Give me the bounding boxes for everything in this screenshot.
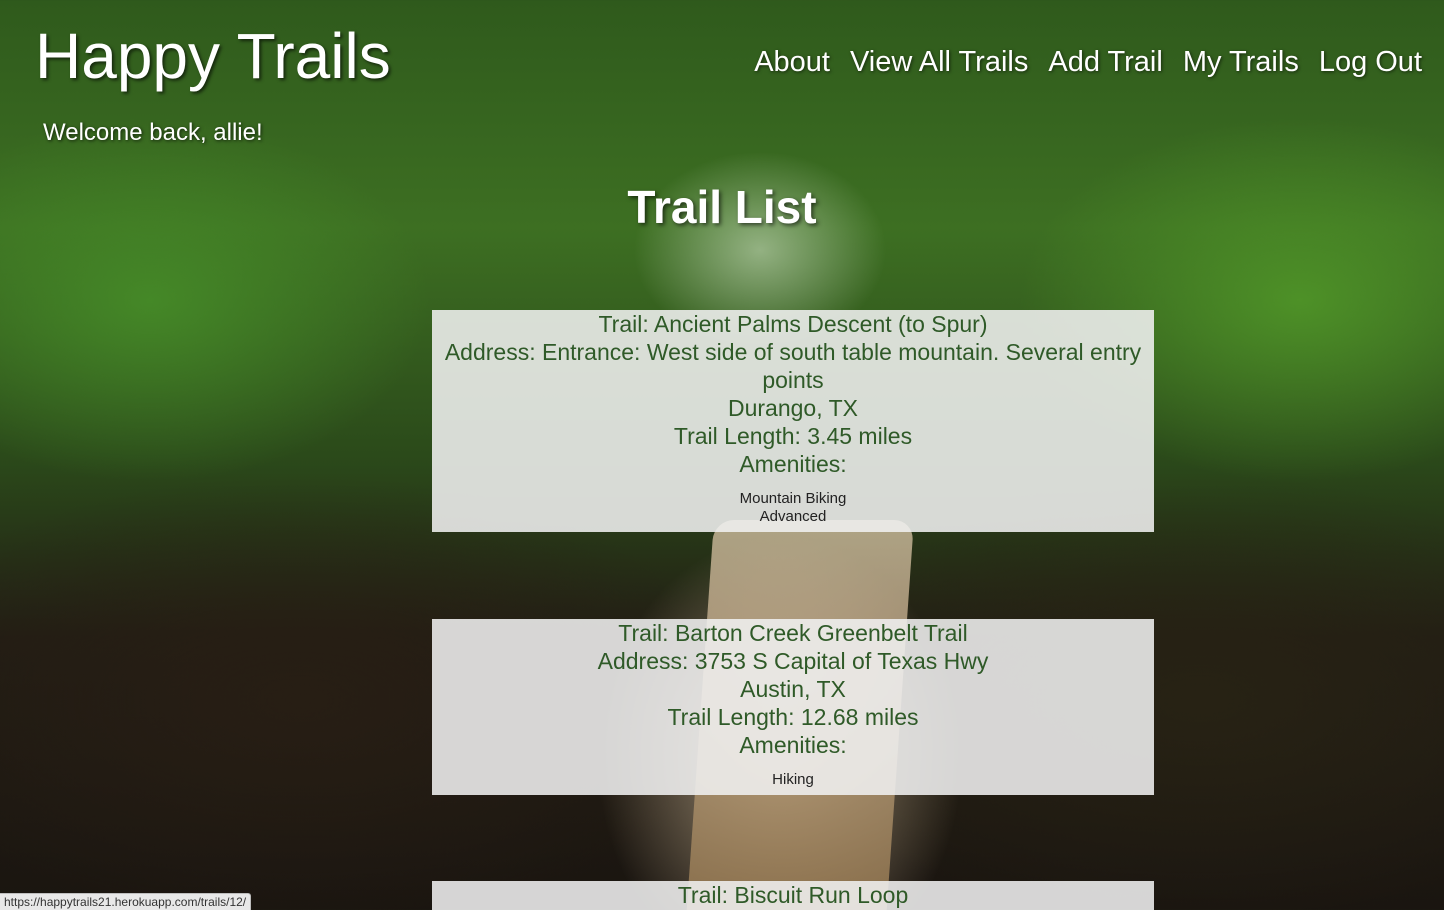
nav-view-all-trails[interactable]: View All Trails bbox=[850, 46, 1028, 79]
trail-city: Durango, TX bbox=[728, 395, 858, 421]
trail-address: Address: Entrance: West side of south ta… bbox=[444, 339, 1142, 393]
trail-name: Trail: Biscuit Run Loop bbox=[677, 882, 909, 908]
trail-card[interactable]: Trail: Barton Creek Greenbelt Trail Addr… bbox=[432, 619, 1154, 795]
trail-address: Address: 3753 S Capital of Texas Hwy bbox=[597, 648, 989, 674]
status-bar-url: https://happytrails21.herokuapp.com/trai… bbox=[0, 893, 252, 910]
amenities-list: Mountain Biking Advanced bbox=[432, 490, 1154, 526]
amenity-item: Advanced bbox=[759, 508, 827, 525]
trail-card[interactable]: Trail: Biscuit Run Loop bbox=[432, 881, 1154, 910]
amenities-label: Amenities: bbox=[739, 732, 847, 758]
trail-card[interactable]: Trail: Ancient Palms Descent (to Spur) A… bbox=[432, 310, 1154, 532]
amenities-label: Amenities: bbox=[739, 451, 847, 477]
site-title[interactable]: Happy Trails bbox=[35, 20, 391, 94]
amenities-list: Hiking bbox=[432, 771, 1154, 789]
nav-about[interactable]: About bbox=[754, 46, 830, 79]
trail-name: Trail: Ancient Palms Descent (to Spur) bbox=[598, 311, 988, 337]
main-nav: About View All Trails Add Trail My Trail… bbox=[754, 46, 1422, 79]
trail-name: Trail: Barton Creek Greenbelt Trail bbox=[618, 620, 968, 646]
nav-my-trails[interactable]: My Trails bbox=[1183, 46, 1299, 79]
trail-city: Austin, TX bbox=[740, 676, 846, 702]
page-title: Trail List bbox=[627, 181, 817, 233]
nav-log-out[interactable]: Log Out bbox=[1319, 46, 1422, 79]
trail-length: Trail Length: 3.45 miles bbox=[673, 423, 913, 449]
nav-add-trail[interactable]: Add Trail bbox=[1048, 46, 1162, 79]
welcome-message: Welcome back, allie! bbox=[43, 119, 263, 146]
amenity-item: Hiking bbox=[772, 771, 814, 788]
amenity-item: Mountain Biking bbox=[739, 490, 847, 507]
trail-length: Trail Length: 12.68 miles bbox=[667, 704, 919, 730]
